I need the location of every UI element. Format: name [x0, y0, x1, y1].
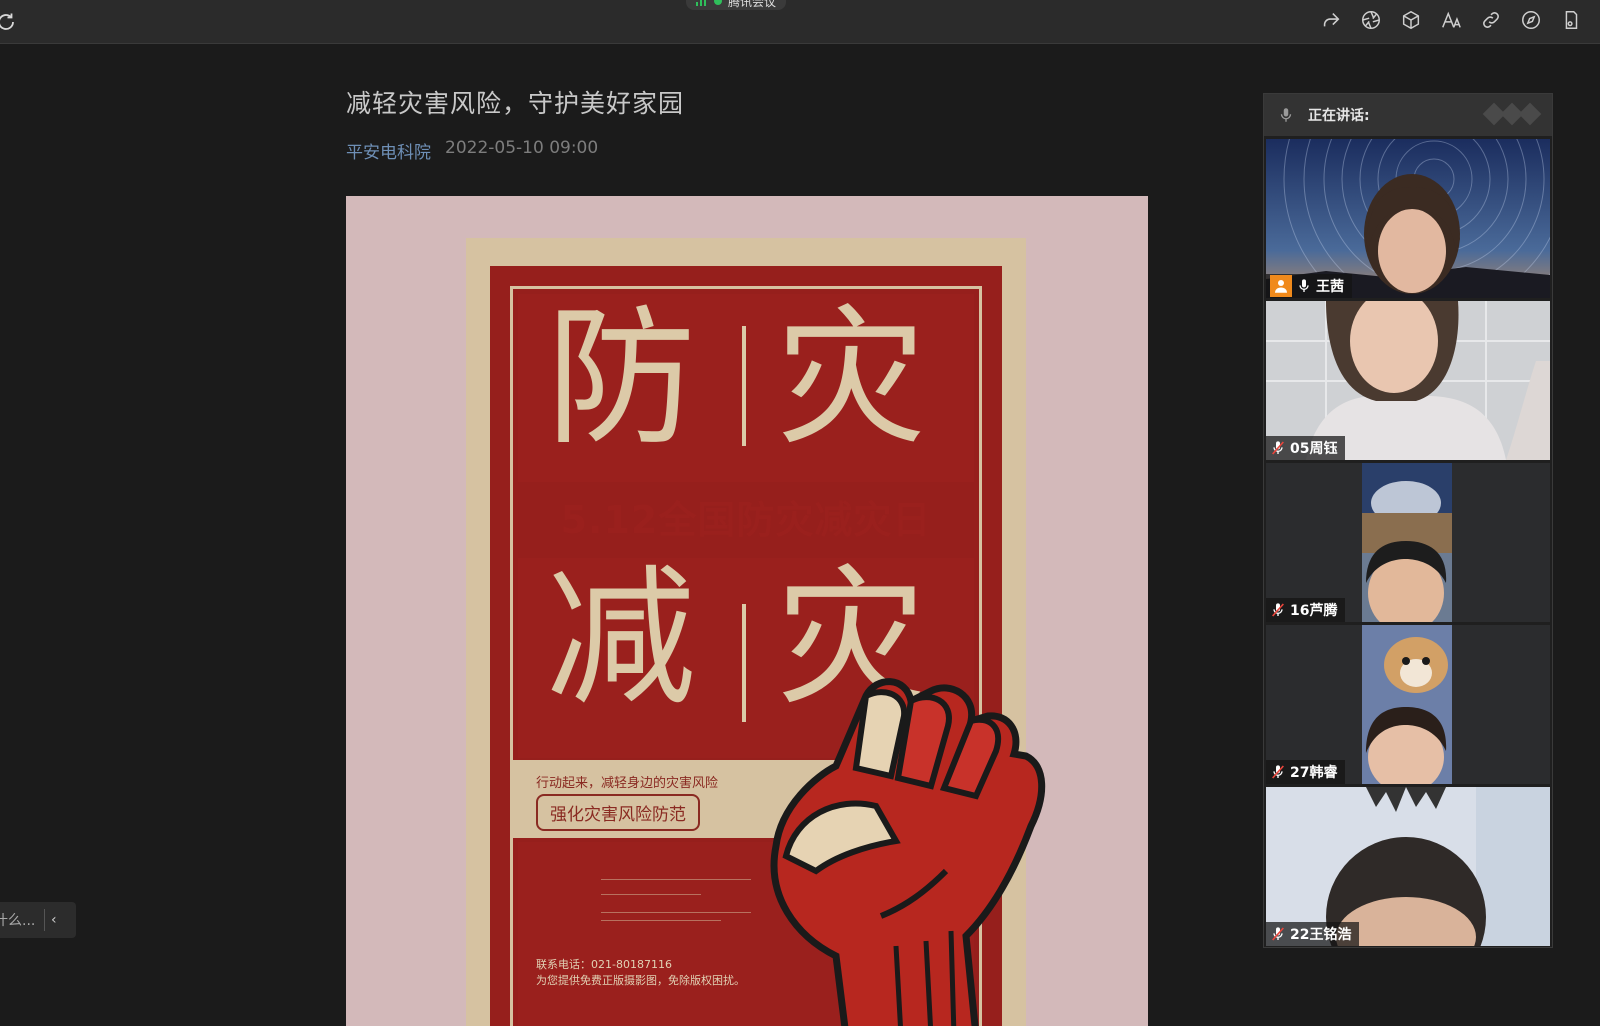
toolbar	[1320, 8, 1582, 32]
article-title: 减轻灾害风险，守护美好家园	[346, 89, 685, 118]
sidebar-toggle-text: 什么...	[0, 913, 36, 929]
article-author[interactable]: 平安电科院	[346, 138, 431, 163]
participant-nameplate: 22王铭浩	[1266, 922, 1360, 946]
divider	[44, 909, 45, 931]
article: 减轻灾害风险，守护美好家园 平安电科院 2022-05-10 09:00 防 灾…	[346, 44, 1148, 1026]
article-date: 2022-05-10 09:00	[445, 138, 599, 158]
microphone-muted-icon	[1272, 765, 1284, 779]
video-tile[interactable]: 22王铭浩	[1266, 787, 1550, 946]
chevron-left-icon[interactable]: ‹	[51, 912, 57, 928]
cube-icon[interactable]	[1400, 8, 1422, 32]
poster-image[interactable]: 防 灾 5.12全国防灾减灾日 减 灾 行动起来，减轻身边的灾害风险 强化灾害风…	[346, 196, 1148, 1026]
microphone-muted-icon	[1272, 441, 1284, 455]
phone-icon[interactable]	[1560, 8, 1582, 32]
link-icon[interactable]	[1480, 8, 1502, 32]
participant-nameplate: 05周钰	[1266, 436, 1346, 460]
text-size-icon[interactable]	[1440, 8, 1462, 32]
video-tile[interactable]: 16芦腾	[1266, 463, 1550, 622]
participant-name: 王茜	[1316, 279, 1344, 295]
video-tile[interactable]: 王茜	[1266, 139, 1550, 298]
participant-name: 05周钰	[1290, 441, 1338, 457]
participant-name: 16芦腾	[1290, 603, 1338, 619]
speaking-avatars	[1482, 102, 1542, 126]
participant-name: 27韩睿	[1290, 765, 1338, 781]
poster-notice: 为您提供免费正版摄影图，免除版权困扰。	[536, 974, 745, 987]
sidebar-toggle[interactable]: 什么... ‹	[0, 902, 76, 938]
participant-nameplate: 27韩睿	[1266, 760, 1346, 784]
microphone-icon	[1264, 106, 1308, 124]
participant-nameplate: 王茜	[1266, 274, 1352, 298]
meeting-indicator[interactable]: 腾讯会议	[686, 0, 787, 10]
video-tile[interactable]: 27韩睿	[1266, 625, 1550, 784]
poster-fine-line	[601, 920, 721, 924]
compass-icon[interactable]	[1520, 8, 1542, 32]
microphone-muted-icon	[1272, 927, 1284, 941]
participant-nameplate: 16芦腾	[1266, 598, 1346, 622]
host-icon	[1270, 275, 1292, 297]
poster-char-1: 防	[546, 292, 697, 466]
signal-icon	[696, 0, 708, 6]
poster-char-3: 减	[546, 552, 697, 726]
speaking-label: 正在讲话:	[1308, 108, 1370, 124]
poster-char-2: 灾	[776, 292, 927, 466]
status-dot	[714, 0, 722, 5]
video-tile[interactable]: 05周钰	[1266, 301, 1550, 460]
top-bar: 腾讯会议	[0, 0, 1600, 44]
speaking-header: 正在讲话:	[1264, 94, 1552, 136]
microphone-muted-icon	[1272, 603, 1284, 617]
poster-date-band: 5.12全国防灾减灾日	[560, 497, 932, 542]
poster-fine-line	[601, 894, 701, 898]
participant-name: 22王铭浩	[1290, 927, 1352, 943]
microphone-icon	[1299, 279, 1309, 292]
refresh-icon[interactable]	[0, 10, 18, 34]
share-icon[interactable]	[1320, 8, 1342, 32]
poster-slogan: 行动起来，减轻身边的灾害风险	[536, 776, 719, 791]
fist-illustration	[770, 678, 1046, 1026]
video-panel: 正在讲话: 王茜 05周钰 16芦腾 27韩睿 22王铭浩	[1263, 93, 1553, 948]
article-meta: 平安电科院 2022-05-10 09:00	[346, 138, 598, 163]
aperture-icon[interactable]	[1360, 8, 1382, 32]
poster-slogan-box: 强化灾害风险防范	[536, 794, 700, 831]
poster-contact: 联系电话：021-80187116	[536, 958, 672, 971]
meeting-name: 腾讯会议	[728, 0, 777, 9]
poster-divider-top	[742, 326, 746, 446]
